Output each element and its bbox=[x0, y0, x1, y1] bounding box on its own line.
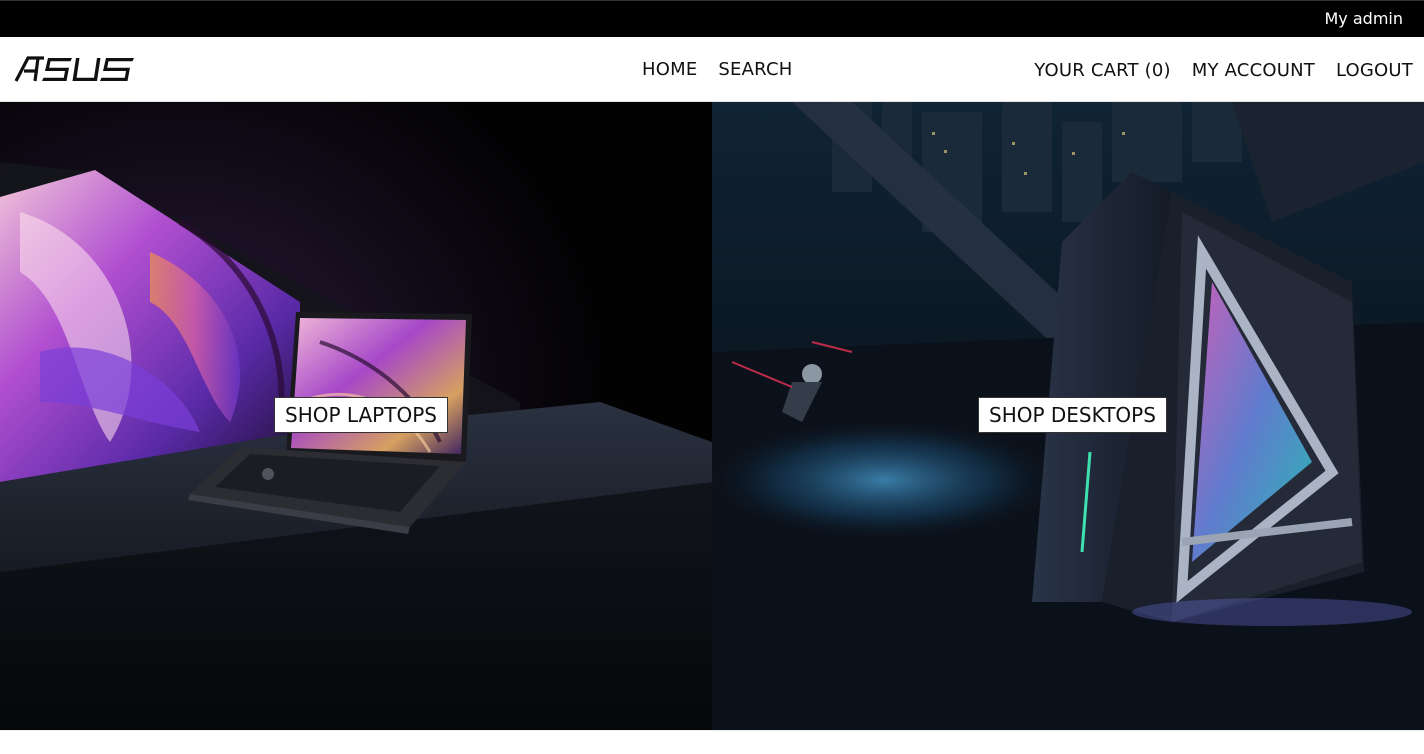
nav-search-link[interactable]: SEARCH bbox=[718, 59, 792, 80]
nav-cart-link[interactable]: YOUR CART (0) bbox=[1034, 60, 1170, 81]
hero-section: SHOP LAPTOPS SHOP DESKTOPS bbox=[0, 102, 1424, 730]
desktops-panel[interactable]: SHOP DESKTOPS bbox=[712, 102, 1424, 730]
shop-laptops-button[interactable]: SHOP LAPTOPS bbox=[274, 397, 448, 433]
nav-logout-link[interactable]: LOGOUT bbox=[1336, 60, 1413, 81]
nav-account-link[interactable]: MY ACCOUNT bbox=[1192, 60, 1315, 81]
top-bar: My admin bbox=[0, 0, 1424, 37]
nav-home-link[interactable]: HOME bbox=[642, 59, 697, 80]
primary-nav: HOME SEARCH bbox=[642, 59, 792, 80]
user-greeting[interactable]: My admin bbox=[1325, 9, 1404, 28]
footer-strip bbox=[0, 730, 1424, 754]
asus-logo-icon bbox=[14, 56, 134, 82]
shop-desktops-button[interactable]: SHOP DESKTOPS bbox=[978, 397, 1167, 433]
asus-logo[interactable] bbox=[14, 55, 136, 83]
main-navbar: HOME SEARCH YOUR CART (0) MY ACCOUNT LOG… bbox=[0, 37, 1424, 102]
laptops-panel[interactable]: SHOP LAPTOPS bbox=[0, 102, 712, 730]
account-nav: YOUR CART (0) MY ACCOUNT LOGOUT bbox=[1034, 60, 1413, 81]
